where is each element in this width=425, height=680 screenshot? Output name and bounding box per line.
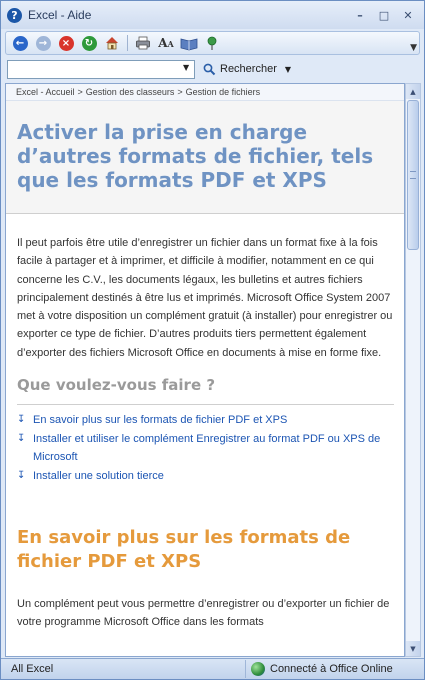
jump-arrow-icon: ↧	[17, 414, 26, 426]
task-link-label: Installer une solution tierce	[33, 469, 164, 482]
back-arrow-icon: ←	[12, 35, 28, 51]
scroll-thumb[interactable]	[407, 100, 419, 250]
article-title-area: Activer la prise en charge d’autres form…	[6, 101, 404, 214]
title-bar[interactable]: ? Excel - Aide – □ ✕	[1, 1, 424, 29]
stop-button[interactable]: ×	[56, 33, 76, 53]
print-button[interactable]	[133, 33, 153, 53]
minimize-button[interactable]: –	[350, 6, 370, 24]
book-icon	[180, 38, 198, 51]
search-bar: ▼ Rechercher ▼	[5, 57, 420, 81]
what-do-you-want-heading: Que voulez-vous faire ?	[17, 376, 394, 406]
home-button[interactable]	[102, 33, 122, 53]
article-body: Il peut parfois être utile d’enregistrer…	[6, 214, 404, 631]
task-link-label: En savoir plus sur les formats de fichie…	[33, 414, 288, 427]
close-button[interactable]: ✕	[398, 6, 418, 24]
magnifier-icon	[203, 63, 216, 75]
breadcrumb-separator: >	[177, 87, 183, 97]
jump-arrow-icon: ↧	[17, 432, 26, 444]
scroll-grip-icon	[410, 171, 416, 179]
task-link-label: Installer et utiliser le complément Enre…	[33, 432, 381, 464]
breadcrumb: Excel - Accueil > Gestion des classeurs > Ge…	[6, 84, 404, 101]
stop-icon: ×	[58, 35, 74, 51]
window-title: Excel - Aide	[28, 8, 92, 22]
table-of-contents-button[interactable]	[179, 33, 199, 53]
maximize-button[interactable]: □	[374, 6, 394, 24]
forward-arrow-icon: →	[35, 35, 51, 51]
section-heading: En savoir plus sur les formats de fichie…	[17, 527, 351, 573]
breadcrumb-link-files[interactable]: Gestion de fichiers	[186, 87, 261, 97]
scroll-up-arrow-icon[interactable]: ▲	[406, 84, 420, 99]
toolbar-overflow-icon[interactable]: ▼	[410, 43, 417, 53]
search-button-label: Rechercher	[220, 63, 277, 75]
back-button[interactable]: ←	[10, 33, 30, 53]
breadcrumb-link-workbooks[interactable]: Gestion des classeurs	[86, 87, 175, 97]
breadcrumb-separator: >	[77, 87, 83, 97]
font-size-button[interactable]: AA	[156, 33, 176, 53]
task-link-third-party[interactable]: ↧ Installer une solution tierce	[17, 467, 394, 486]
jump-arrow-icon: ↧	[17, 469, 26, 481]
page-title: Activer la prise en charge d’autres form…	[17, 120, 374, 192]
search-dropdown-arrow-icon[interactable]: ▼	[183, 63, 189, 72]
forward-button[interactable]: →	[33, 33, 53, 53]
intro-paragraph: Il peut parfois être utile d’enregistrer…	[17, 237, 393, 359]
section-paragraph: Un complément peut vous permettre d’enre…	[17, 598, 390, 629]
scroll-down-arrow-icon[interactable]: ▼	[406, 641, 420, 656]
task-link-install-addin[interactable]: ↧ Installer et utiliser le complément En…	[17, 430, 394, 467]
help-window: ? Excel - Aide – □ ✕ ← → × ↻ AA ▼ ▼ Rech…	[0, 0, 425, 680]
breadcrumb-link-home[interactable]: Excel - Accueil	[16, 87, 75, 97]
vertical-scrollbar[interactable]: ▲ ▼	[405, 83, 421, 657]
connection-status-label: Connecté à Office Online	[270, 663, 393, 675]
search-button[interactable]: Rechercher ▼	[203, 63, 291, 76]
globe-icon	[251, 662, 265, 676]
search-scope-status[interactable]: All Excel	[11, 663, 53, 675]
help-content-pane: Excel - Accueil > Gestion des classeurs > Ge…	[5, 83, 405, 657]
search-scope-dropdown-icon[interactable]: ▼	[285, 65, 291, 74]
refresh-button[interactable]: ↻	[79, 33, 99, 53]
connection-status[interactable]: Connecté à Office Online	[245, 660, 421, 678]
search-input[interactable]	[7, 59, 195, 79]
home-icon	[106, 37, 118, 50]
font-size-icon: AA	[158, 36, 174, 50]
refresh-icon: ↻	[81, 35, 97, 51]
keep-on-top-button[interactable]	[202, 33, 222, 53]
task-links: ↧ En savoir plus sur les formats de fich…	[17, 411, 394, 485]
task-link-learn-formats[interactable]: ↧ En savoir plus sur les formats de fich…	[17, 411, 394, 430]
pushpin-icon	[207, 36, 217, 50]
help-toolbar: ← → × ↻ AA ▼	[5, 31, 420, 55]
status-bar: All Excel Connecté à Office Online	[1, 658, 424, 679]
printer-icon	[136, 36, 150, 50]
help-app-icon: ?	[7, 7, 22, 23]
toolbar-separator	[127, 35, 128, 51]
